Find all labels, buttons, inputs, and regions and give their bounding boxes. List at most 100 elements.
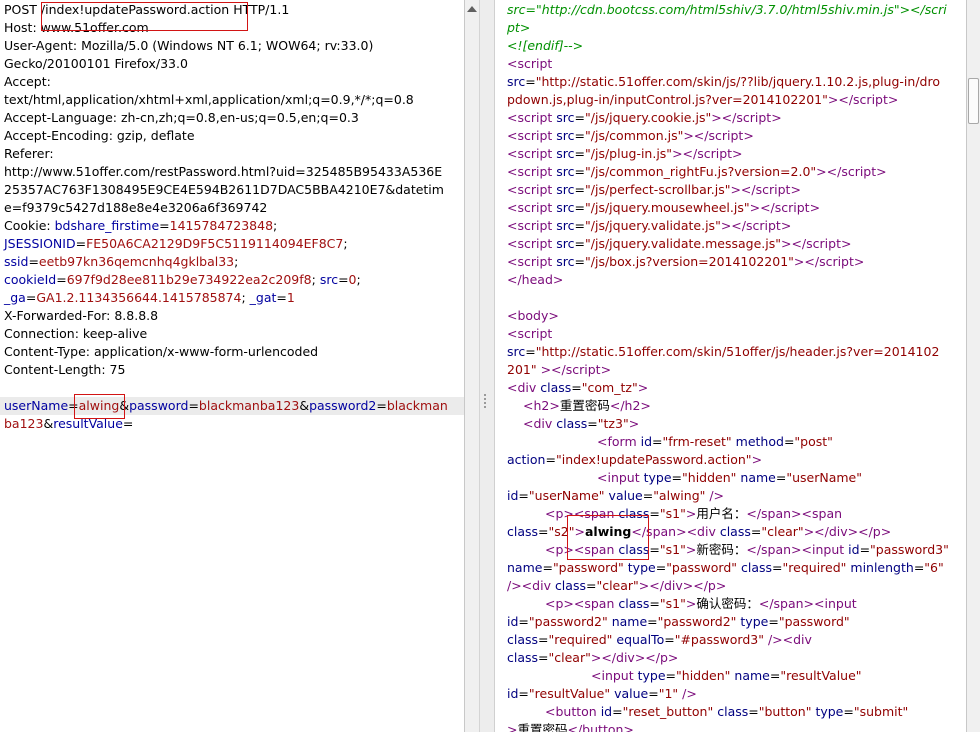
script-src: "/js/jquery.validate.message.js"	[585, 236, 781, 251]
response-pane[interactable]: src="http://cdn.bootcss.com/html5shiv/3.…	[494, 0, 967, 732]
cookie-label: Cookie:	[4, 218, 55, 233]
param-name: password	[129, 398, 189, 413]
code-line: </head>	[507, 272, 564, 287]
param-name: password2	[309, 398, 377, 413]
code-line: >重置密码</button>	[507, 721, 634, 732]
pane-splitter[interactable]	[479, 0, 495, 732]
highlight-box-username-value	[567, 515, 649, 560]
cookie-name: ssid	[4, 254, 29, 269]
script-line: <script src="/js/jquery.cookie.js"></scr…	[507, 110, 782, 125]
xff-header: X-Forwarded-For: 8.8.8.8	[4, 308, 159, 323]
attr-value: "password"	[666, 560, 738, 575]
cookie-name: cookieId	[4, 272, 57, 287]
script-src: "/js/jquery.mousewheel.js"	[585, 200, 750, 215]
attr-value: "password"	[778, 614, 850, 629]
code-line: pdown.js,plug-in/inputControl.js?ver=201…	[507, 92, 899, 107]
attr-value: "s1"	[659, 506, 686, 521]
code-line: src="http://cdn.bootcss.com/html5shiv/3.…	[507, 2, 947, 17]
attr-value: "password"	[552, 560, 624, 575]
cookie-name: _ga	[4, 290, 26, 305]
attr-value: "1"	[658, 686, 679, 701]
code-line: src="http://static.51offer.com/skin/js/?…	[507, 74, 940, 89]
attr-value: "password2"	[657, 614, 737, 629]
code-line: <script	[507, 326, 553, 341]
attr-name: src	[507, 74, 526, 89]
cookie-value: 697f9d28ee811b29e734922ea2c209f8	[66, 272, 312, 287]
referer-url-3: e=f9379c5427d188e8e4e3206a6f369742	[4, 200, 268, 215]
cookie-line-5: _ga=GA1.2.1134356644.1415785874; _gat=1	[4, 290, 295, 305]
h2-text: 重置密码	[559, 398, 610, 413]
code-line: <![endif]-->	[507, 38, 584, 53]
script-line: <script src="/js/perfect-scrollbar.js"><…	[507, 182, 801, 197]
cookie-line-1: Cookie: bdshare_firstime=1415784723848;	[4, 218, 278, 233]
scroll-up-arrow-icon[interactable]	[467, 6, 477, 12]
content-type-header: Content-Type: application/x-www-form-url…	[4, 344, 319, 359]
cookie-value: 0	[348, 272, 357, 287]
post-body-line-1[interactable]: userName=alwing&password=blackmanba123&p…	[4, 397, 448, 415]
code-line: <input type="hidden" name="resultValue"	[591, 668, 862, 683]
cookie-value: GA1.2.1134356644.1415785874	[36, 290, 242, 305]
referer-url-2: 25357AC763F1308495E9CE4E594B2611D7DAC5BB…	[4, 182, 444, 197]
attr-value: "index!updatePassword.action"	[555, 452, 752, 467]
content-length-header: Content-Length: 75	[4, 362, 126, 377]
attr-value: "button"	[758, 704, 812, 719]
right-scrollbar-thumb[interactable]	[968, 78, 979, 124]
param-value: ba123	[4, 416, 44, 431]
cookie-value: 1415784723848	[169, 218, 274, 233]
code-line: <div class="com_tz">	[507, 380, 649, 395]
attr-value: "submit"	[853, 704, 909, 719]
attr-value: "s1"	[659, 596, 686, 611]
attr-value: "required"	[782, 560, 847, 575]
attr-value: pdown.js,plug-in/inputControl.js?ver=201…	[507, 92, 828, 107]
right-scrollbar[interactable]	[966, 0, 980, 732]
attr-value: "alwing"	[653, 488, 706, 503]
attr-value: "http://static.51offer.com/skin/js/??lib…	[535, 74, 940, 89]
script-line: <script src="/js/common_rightFu.js?versi…	[507, 164, 887, 179]
param-value: blackmanba123	[198, 398, 300, 413]
script-src: "/js/common_rightFu.js?version=2.0"	[585, 164, 817, 179]
label-text: 确认密码：	[696, 596, 759, 611]
param-name: userName	[4, 398, 69, 413]
highlight-box-action-url	[41, 2, 248, 31]
user-agent-header: User-Agent: Mozilla/5.0 (Windows NT 6.1;…	[4, 38, 374, 53]
attr-value: "reset_button"	[622, 704, 714, 719]
splitter-grip-icon	[484, 394, 491, 408]
script-src: "/js/common.js"	[585, 128, 684, 143]
code-line: <input type="hidden" name="userName"	[597, 470, 862, 485]
script-src: "/js/jquery.cookie.js"	[585, 110, 712, 125]
code-line: class="s2">alwing</span><div class="clea…	[507, 524, 892, 539]
accept-header: Accept:	[4, 74, 51, 89]
code-line: id="userName" value="alwing" />	[507, 488, 725, 503]
code-line: 201" ></script>	[507, 362, 612, 377]
attr-value: 201"	[507, 362, 537, 377]
script-line: <script src="/js/jquery.validate.js"></s…	[507, 218, 792, 233]
param-value: blackman	[386, 398, 448, 413]
attr-value: "userName"	[528, 488, 605, 503]
attr-value: "#password3"	[674, 632, 764, 647]
code-line: id="resultValue" value="1" />	[507, 686, 697, 701]
script-src: "/js/perfect-scrollbar.js"	[585, 182, 731, 197]
attr-value: "resultValue"	[780, 668, 862, 683]
code-line: <h2>重置密码</h2>	[523, 398, 651, 413]
attr-value: "userName"	[786, 470, 862, 485]
code-line: <script	[507, 56, 553, 71]
code-line: <button id="reset_button" class="button"…	[545, 704, 909, 719]
code-line: class="required" equalTo="#password3" />…	[507, 632, 812, 647]
script-src: "/js/box.js?version=2014102201"	[585, 254, 794, 269]
accept-value: text/html,application/xhtml+xml,applicat…	[4, 92, 414, 107]
code-line: <p><span class="s1">确认密码：</span><input	[545, 596, 857, 611]
code-line: /><div class="clear"></div></p>	[507, 578, 727, 593]
script-line: <script src="/js/common.js"></script>	[507, 128, 754, 143]
attr-value: "resultValue"	[528, 686, 611, 701]
request-pane[interactable]: POST /index!updatePassword.action HTTP/1…	[0, 0, 464, 732]
cookie-value: FE50A6CA2129D9F5C5119114094EF8C7	[86, 236, 344, 251]
code-line: pt>	[507, 20, 531, 35]
accept-encoding-header: Accept-Encoding: gzip, deflate	[4, 128, 195, 143]
attr-value: "hidden"	[676, 668, 731, 683]
button-text: 重置密码	[517, 722, 568, 732]
attr-value: "clear"	[548, 650, 591, 665]
highlight-box-username	[74, 394, 125, 419]
left-scrollbar[interactable]	[464, 0, 479, 732]
attr-value: "http://static.51offer.com/skin/51offer/…	[535, 344, 940, 359]
cookie-value: eetb97kn36qemcnhq4gklbal33	[38, 254, 235, 269]
